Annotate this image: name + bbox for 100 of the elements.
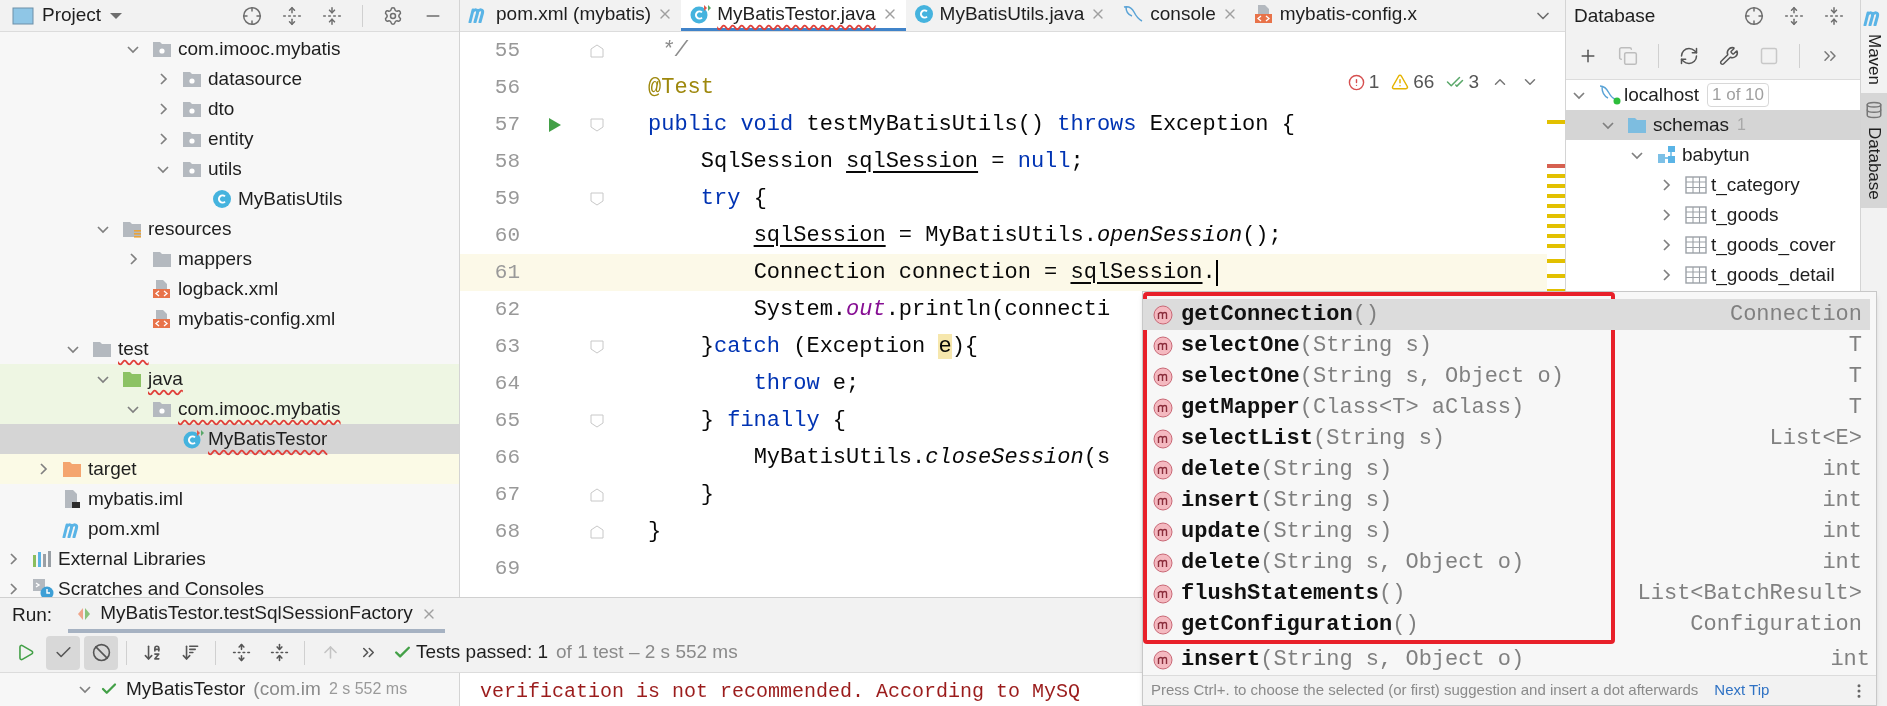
expand-all-icon[interactable] bbox=[1784, 6, 1804, 26]
tool-window-tab[interactable]: Database bbox=[1861, 93, 1887, 208]
editor-tab[interactable]: console bbox=[1114, 0, 1246, 31]
test-result-item[interactable]: MyBatisTestor (com.im 2 s 552 ms bbox=[0, 673, 459, 705]
method-icon bbox=[1153, 304, 1173, 325]
line-number: 60 bbox=[493, 222, 520, 249]
table-icon bbox=[1685, 236, 1707, 254]
tool-window-tab[interactable]: Maven bbox=[1861, 0, 1887, 94]
warning-icon bbox=[1391, 73, 1410, 92]
line-number: 58 bbox=[493, 148, 520, 175]
collapse-all-icon[interactable] bbox=[1824, 6, 1844, 26]
locate-icon[interactable] bbox=[242, 5, 262, 26]
package-icon bbox=[152, 400, 172, 418]
code-line: } finally { bbox=[699, 407, 847, 435]
tree-item[interactable]: mybatis-config.xml bbox=[0, 304, 459, 334]
code-line: @Test bbox=[648, 74, 714, 102]
tree-item[interactable]: t_category bbox=[1566, 170, 1860, 200]
tree-item[interactable]: t_goods_cover bbox=[1566, 230, 1860, 260]
tree-item[interactable]: test bbox=[0, 334, 459, 364]
method-icon bbox=[1153, 397, 1173, 418]
tree-item[interactable]: t_goods bbox=[1566, 200, 1860, 230]
tree-item[interactable]: target bbox=[0, 454, 459, 484]
tree-item[interactable]: com.imooc.mybatis bbox=[0, 394, 459, 424]
sort-alphabetical-icon bbox=[142, 643, 162, 662]
method-icon bbox=[1153, 490, 1173, 511]
settings-icon[interactable] bbox=[383, 5, 403, 26]
method-icon bbox=[1153, 521, 1173, 542]
tree-item[interactable]: resources bbox=[0, 214, 459, 244]
refresh-icon[interactable] bbox=[1679, 45, 1699, 66]
wrench-icon[interactable] bbox=[1719, 45, 1739, 66]
tree-item[interactable]: entity bbox=[0, 124, 459, 154]
toolbar-button[interactable] bbox=[84, 635, 118, 670]
tree-item[interactable]: java bbox=[0, 364, 459, 394]
completion-item[interactable]: getConfiguration() Configuration bbox=[1143, 609, 1870, 640]
expand-all-icon[interactable] bbox=[282, 5, 302, 26]
locate-icon[interactable] bbox=[1744, 6, 1764, 26]
console-line: verification is not recommended. According to MySQ bbox=[480, 679, 1081, 705]
next-tip-link[interactable]: Next Tip bbox=[1714, 679, 1770, 702]
tree-item[interactable]: localhost 1 of 10 bbox=[1566, 80, 1860, 110]
editor-tab[interactable]: mybatis-config.x bbox=[1245, 0, 1426, 31]
package-icon bbox=[182, 160, 202, 178]
code-line: try { bbox=[699, 185, 767, 213]
tree-item[interactable]: logback.xml bbox=[0, 274, 459, 304]
editor-tab[interactable]: pom.xml (mybatis) bbox=[460, 0, 682, 31]
completion-item[interactable]: getMapper(Class<T> aClass) T bbox=[1143, 392, 1870, 423]
error-count: 1 bbox=[1368, 70, 1380, 94]
completion-item[interactable]: insert(String s) int bbox=[1143, 485, 1870, 516]
package-icon bbox=[152, 40, 172, 58]
code-line: SqlSession sqlSession = null; bbox=[699, 148, 1084, 176]
editor-tab[interactable]: MyBatisUtils.java bbox=[905, 0, 1115, 31]
tree-item[interactable]: t_goods_detail bbox=[1566, 260, 1860, 290]
code-line: System.out.println(connecti bbox=[752, 296, 1111, 324]
schema-icon bbox=[1656, 145, 1678, 165]
line-number: 57 bbox=[493, 111, 520, 138]
completion-item[interactable]: selectList(String s) List<E> bbox=[1143, 423, 1870, 454]
text-caret bbox=[1215, 259, 1218, 286]
xml-file-icon bbox=[152, 309, 172, 329]
method-icon bbox=[1153, 583, 1173, 604]
tree-item[interactable]: dto bbox=[0, 94, 459, 124]
test-class-icon bbox=[689, 4, 712, 24]
tree-item[interactable]: mappers bbox=[0, 244, 459, 274]
completion-item[interactable]: delete(String s) int bbox=[1143, 454, 1870, 485]
completion-item[interactable]: update(String s) int bbox=[1143, 516, 1870, 547]
line-number: 59 bbox=[493, 185, 520, 212]
line-number: 62 bbox=[493, 296, 520, 323]
tree-item[interactable]: babytun bbox=[1566, 140, 1860, 170]
table-icon bbox=[1685, 206, 1707, 224]
connection-count-badge: 1 of 10 bbox=[1707, 83, 1769, 107]
method-icon bbox=[1153, 552, 1173, 573]
tree-item[interactable]: MyBatisUtils bbox=[0, 184, 459, 214]
tree-item[interactable]: Scratches and Consoles bbox=[0, 574, 459, 597]
tree-item[interactable]: MyBatisTestor bbox=[0, 424, 459, 454]
panel-icon bbox=[12, 6, 34, 25]
completion-item[interactable]: getConnection() Connection bbox=[1143, 299, 1870, 330]
editor-tab[interactable]: MyBatisTestor.java bbox=[681, 0, 906, 31]
folder-icon bbox=[122, 370, 142, 388]
toolbar-button[interactable] bbox=[46, 635, 80, 670]
completion-item[interactable]: selectOne(String s, Object o) T bbox=[1143, 361, 1870, 392]
method-icon bbox=[1153, 335, 1173, 356]
completion-item[interactable]: selectOne(String s) T bbox=[1143, 330, 1870, 361]
completion-item[interactable]: insert(String s, Object o) int bbox=[1143, 644, 1878, 675]
run-tab[interactable]: MyBatisTestor.testSqlSessionFactory bbox=[68, 598, 445, 633]
tree-item[interactable]: mybatis.iml bbox=[0, 484, 459, 514]
code-line: MyBatisUtils.closeSession(s bbox=[752, 444, 1111, 472]
completion-item[interactable]: delete(String s, Object o) int bbox=[1143, 547, 1870, 578]
tree-item[interactable]: datasource bbox=[0, 64, 459, 94]
panel-title[interactable]: Project bbox=[42, 1, 102, 30]
test-duration: 2 s 552 ms bbox=[328, 679, 408, 699]
code-line: throw e; bbox=[752, 370, 860, 398]
module-file-icon bbox=[62, 489, 82, 509]
code-line: public void testMyBatisUtils() throws Exception { bbox=[648, 111, 1295, 139]
tree-item[interactable]: pom.xml bbox=[0, 514, 459, 544]
tree-item[interactable]: com.imooc.mybatis bbox=[0, 34, 459, 64]
caret-icon[interactable] bbox=[109, 10, 124, 21]
tree-item[interactable]: External Libraries bbox=[0, 544, 459, 574]
run-icon[interactable] bbox=[548, 116, 562, 133]
completion-item[interactable]: flushStatements() List<BatchResult> bbox=[1143, 578, 1870, 609]
collapse-all-icon[interactable] bbox=[322, 5, 342, 26]
resources-folder-icon bbox=[122, 220, 142, 238]
tree-item[interactable]: utils bbox=[0, 154, 459, 184]
